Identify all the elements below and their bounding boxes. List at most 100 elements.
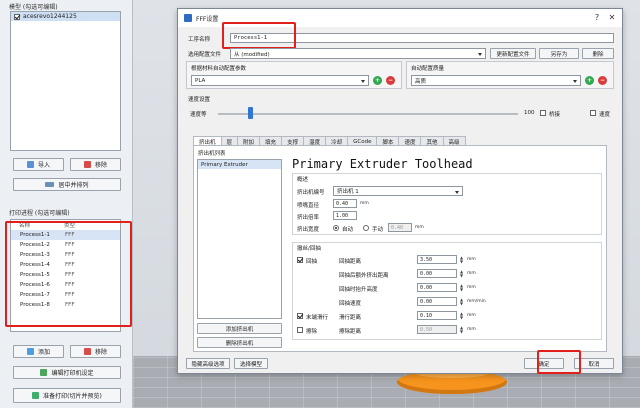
remove-quality-icon[interactable]: − xyxy=(598,76,607,85)
speed-slider-track[interactable] xyxy=(218,113,518,115)
model-list[interactable]: acesrevo1244125 xyxy=(10,11,121,151)
center-arrange-label: 居中并排列 xyxy=(58,182,89,189)
width-manual-radio[interactable] xyxy=(363,225,369,231)
annotation-highlight-processes xyxy=(5,221,132,327)
extruder-panel: 挤出机列表 Primary Extruder 添加挤出机 删除挤出机 Prima… xyxy=(193,145,607,352)
nozzle-diameter-input[interactable]: 0.40 xyxy=(333,199,357,208)
quality-group: 自动配置质量 高质 + − xyxy=(406,61,614,89)
retraction-distance-spinner[interactable]: ▲ ▼ xyxy=(459,255,464,264)
retraction-checkbox[interactable] xyxy=(297,257,303,263)
speed-check-label: 速度 xyxy=(599,112,611,118)
remove-icon xyxy=(83,348,91,355)
process-section-title: 打印进程 (勾选可编辑) xyxy=(9,210,70,217)
process-name-label: 工序名称 xyxy=(188,37,211,43)
remove-preset-button[interactable]: 删除 xyxy=(582,48,614,59)
retraction-distance-input[interactable]: 3.50 xyxy=(417,255,457,264)
vertical-lift-unit: mm xyxy=(467,285,476,290)
add-extruder-button[interactable]: 添加挤出机 xyxy=(197,323,282,334)
retraction-speed-spinner[interactable]: ▲ ▼ xyxy=(459,297,464,306)
import-label: 导入 xyxy=(37,162,50,169)
prepare-print-button[interactable]: 准备打印(切片并预览) xyxy=(13,388,121,403)
delete-extruder-button[interactable]: 删除挤出机 xyxy=(197,337,282,348)
delete-model-button[interactable]: 移除 xyxy=(70,158,121,171)
width-auto-radio[interactable] xyxy=(333,225,339,231)
extruder-list[interactable]: Primary Extruder xyxy=(197,159,282,319)
wipe-distance-unit: mm xyxy=(467,327,476,332)
dialog-title: FFF设置 xyxy=(196,15,219,23)
speed-slider-thumb[interactable] xyxy=(248,107,253,119)
bridge-label: 桥接 xyxy=(549,112,561,118)
width-auto-label: 自动 xyxy=(342,227,354,233)
remove-process-button[interactable]: 移除 xyxy=(70,345,121,358)
wipe-distance-label: 擦除距离 xyxy=(339,329,362,335)
retraction-section: 撤丝/回抽 回抽 回抽距离 3.50 ▲ ▼ mm 回抽后额外挤出距离 0.00 … xyxy=(292,242,602,340)
retraction-distance-label: 回抽距离 xyxy=(339,259,362,265)
add-material-icon[interactable]: + xyxy=(373,76,382,85)
vertical-lift-label: 回抽时抬升高度 xyxy=(339,287,378,293)
retraction-speed-unit: mm/min xyxy=(467,299,486,304)
coast-distance-input[interactable]: 0.10 xyxy=(417,311,457,320)
extra-restart-input[interactable]: 0.00 xyxy=(417,269,457,278)
extrusion-multiplier-input[interactable]: 1.00 xyxy=(333,211,357,220)
arrange-icon xyxy=(45,182,55,187)
delete-icon xyxy=(83,161,91,168)
center-arrange-button[interactable]: 居中并排列 xyxy=(13,178,121,191)
wipe-distance-spinner[interactable]: ▲ ▼ xyxy=(459,325,464,334)
bridge-checkbox[interactable] xyxy=(540,110,546,116)
toolhead-title: Primary Extruder Toolhead xyxy=(292,157,473,171)
model-section-title: 模型 (勾选可编辑) xyxy=(9,4,58,11)
vertical-lift-input[interactable]: 0.00 xyxy=(417,283,457,292)
material-group: 根据材料自动配置参数 PLA + − xyxy=(186,61,402,89)
auto-quality-label: 自动配置质量 xyxy=(411,66,445,72)
vertical-lift-spinner[interactable]: ▲ ▼ xyxy=(459,283,464,292)
nozzle-diameter-label: 喷嘴直径 xyxy=(297,203,320,209)
wipe-distance-input[interactable]: 0.50 xyxy=(417,325,457,334)
save-as-button[interactable]: 另存为 xyxy=(539,48,579,59)
preset-select[interactable]: 从 (modified) xyxy=(230,48,486,59)
extra-restart-spinner[interactable]: ▲ ▼ xyxy=(459,269,464,278)
extruder-list-title: 挤出机列表 xyxy=(198,151,226,157)
coast-checkbox[interactable] xyxy=(297,313,303,319)
left-panel: 模型 (勾选可编辑) acesrevo1244125 导入 移除 居中并排列 打… xyxy=(0,0,133,408)
wipe-label: 擦除 xyxy=(306,329,318,335)
annotation-highlight-ok xyxy=(537,350,581,374)
quality-select[interactable]: 高质 xyxy=(411,75,581,86)
model-row[interactable]: acesrevo1244125 xyxy=(11,12,120,21)
import-button[interactable]: 导入 xyxy=(13,158,64,171)
select-model-button[interactable]: 选择模型 xyxy=(234,358,268,369)
model-checkbox[interactable] xyxy=(14,13,20,20)
extrusion-multiplier-label: 挤出倍率 xyxy=(297,215,320,221)
speed-label: 速度等 xyxy=(190,112,207,118)
close-icon[interactable]: ✕ xyxy=(605,12,619,23)
retraction-speed-input[interactable]: 0.00 xyxy=(417,297,457,306)
model-name: acesrevo1244125 xyxy=(23,13,77,20)
annotation-highlight-name xyxy=(222,22,296,49)
hide-advanced-button[interactable]: 隐藏高级选项 xyxy=(186,358,230,369)
retraction-section-title: 撤丝/回抽 xyxy=(297,246,321,252)
extruder-index-select[interactable]: 挤出机 1 xyxy=(333,186,463,196)
speed-section-label: 速度设置 xyxy=(188,97,211,103)
coast-label: 末端滑行 xyxy=(306,315,329,321)
retraction-speed-label: 回抽速度 xyxy=(339,301,362,307)
fff-settings-dialog: FFF设置 ? ✕ 工序名称 Process1-1 选用配置文件 从 (modi… xyxy=(177,8,623,374)
coast-distance-unit: mm xyxy=(467,313,476,318)
add-quality-icon[interactable]: + xyxy=(585,76,594,85)
coast-distance-spinner[interactable]: ▲ ▼ xyxy=(459,311,464,320)
auto-material-label: 根据材料自动配置参数 xyxy=(191,66,247,72)
retraction-distance-unit: mm xyxy=(467,257,476,262)
update-preset-button[interactable]: 更新配置文件 xyxy=(490,48,536,59)
delete-label: 移除 xyxy=(94,162,107,169)
width-unit: mm xyxy=(415,225,424,230)
add-process-button[interactable]: 添加 xyxy=(13,345,64,358)
edit-process-button[interactable]: 编辑打印机设定 xyxy=(13,366,121,379)
material-select[interactable]: PLA xyxy=(191,75,369,86)
prepare-print-label: 准备打印(切片并预览) xyxy=(43,393,102,400)
help-button[interactable]: ? xyxy=(590,12,604,23)
app-icon xyxy=(184,14,192,22)
wipe-checkbox[interactable] xyxy=(297,327,303,333)
general-section-title: 概述 xyxy=(297,177,309,183)
speed-checkbox[interactable] xyxy=(590,110,596,116)
remove-material-icon[interactable]: − xyxy=(386,76,395,85)
extrusion-width-input[interactable]: 0.40 xyxy=(388,223,412,232)
list-item[interactable]: Primary Extruder xyxy=(198,160,281,169)
